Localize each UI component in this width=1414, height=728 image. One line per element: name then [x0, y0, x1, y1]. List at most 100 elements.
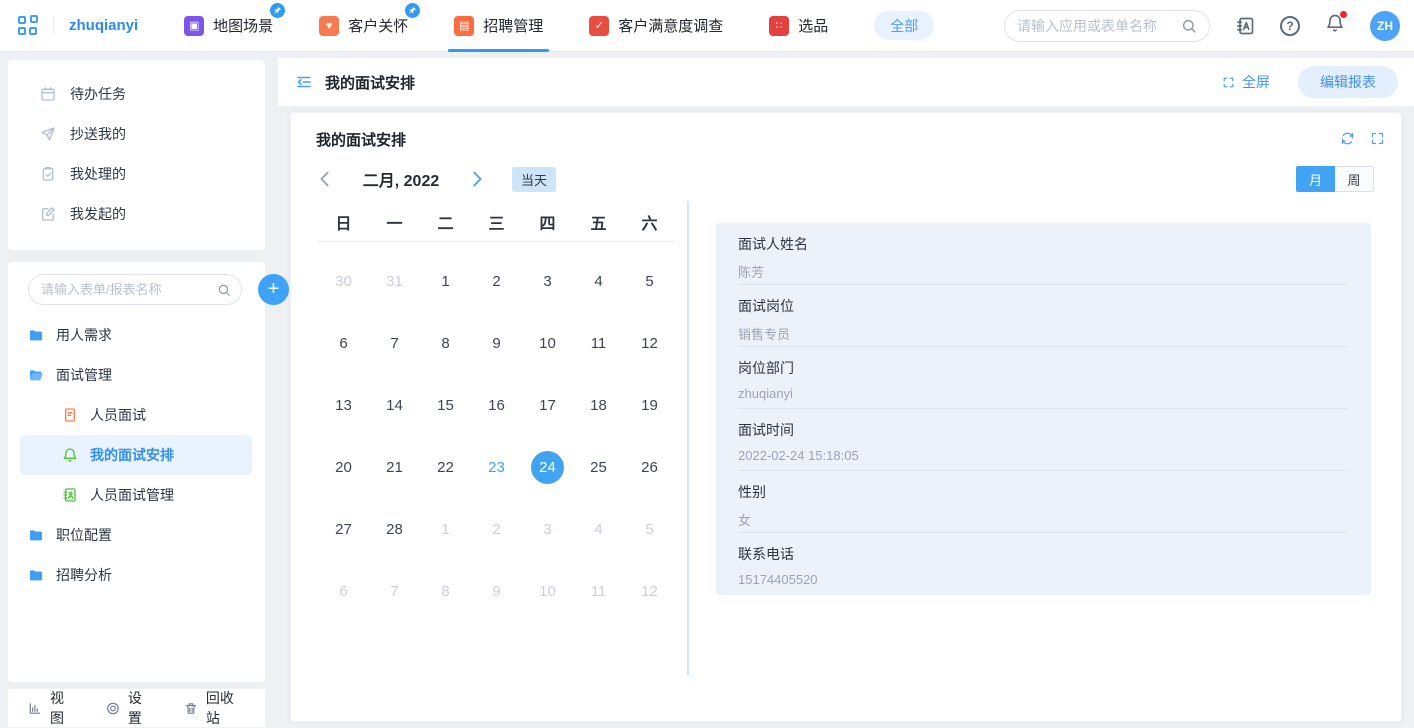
form-doc-icon	[62, 407, 78, 423]
initiated-edit-icon	[40, 206, 56, 222]
tree-item-职位配置[interactable]: 职位配置	[20, 515, 252, 555]
calendar-day-8[interactable]: 8	[420, 560, 471, 622]
calendar-day-6[interactable]: 6	[318, 560, 369, 622]
calendar-day-8[interactable]: 8	[420, 312, 471, 374]
calendar-day-27[interactable]: 27	[318, 498, 369, 560]
calendar-day-30[interactable]: 30	[318, 250, 369, 312]
calendar-day-28[interactable]: 28	[369, 498, 420, 560]
pin-badge-icon	[270, 3, 285, 18]
calendar-day-11[interactable]: 11	[573, 312, 624, 374]
calendar-day-7[interactable]: 7	[369, 560, 420, 622]
month-view-toggle[interactable]: 月	[1296, 166, 1335, 192]
detail-item: 岗位部门zhuqianyi	[716, 347, 1371, 409]
app-tab[interactable]: ♥客户关怀	[319, 0, 408, 52]
processed-clipboard-icon	[40, 166, 56, 182]
calendar-day-9[interactable]: 9	[471, 560, 522, 622]
calendar-day-3[interactable]: 3	[522, 250, 573, 312]
send-plane-icon	[40, 126, 56, 142]
calendar-day-15[interactable]: 15	[420, 374, 471, 436]
sidebar-item-抄送我的[interactable]: 抄送我的	[8, 114, 265, 154]
form-search-input[interactable]	[41, 282, 217, 297]
calendar-day-23[interactable]: 23	[471, 436, 522, 498]
notifications-bell-icon[interactable]	[1325, 13, 1345, 38]
calendar-day-11[interactable]: 11	[573, 560, 624, 622]
all-apps-button[interactable]: 全部	[874, 11, 934, 40]
edit-report-button[interactable]: 编辑报表	[1298, 66, 1398, 98]
calendar-day-14[interactable]: 14	[369, 374, 420, 436]
collapse-sidebar-icon[interactable]	[295, 73, 313, 91]
calendar-day-4[interactable]: 4	[573, 498, 624, 560]
refresh-icon[interactable]	[1340, 131, 1355, 146]
calendar-day-26[interactable]: 26	[624, 436, 675, 498]
fullscreen-button[interactable]: 全屏	[1222, 72, 1270, 92]
calendar-day-3[interactable]: 3	[522, 498, 573, 560]
footer-item-视图[interactable]: 视图	[28, 688, 76, 728]
contacts-icon[interactable]	[1235, 16, 1255, 36]
calendar-day-2[interactable]: 2	[471, 250, 522, 312]
app-tab[interactable]: ∷选品	[769, 0, 828, 52]
avatar[interactable]: ZH	[1370, 11, 1400, 41]
calendar-day-17[interactable]: 17	[522, 374, 573, 436]
calendar-day-13[interactable]: 13	[318, 374, 369, 436]
sidebar-item-我发起的[interactable]: 我发起的	[8, 194, 265, 234]
calendar-day-18[interactable]: 18	[573, 374, 624, 436]
weekday-label: 六	[624, 207, 675, 237]
calendar-day-12[interactable]: 12	[624, 312, 675, 374]
today-button[interactable]: 当天	[512, 167, 556, 192]
calendar-day-25[interactable]: 25	[573, 436, 624, 498]
calendar-day-1[interactable]: 1	[420, 498, 471, 560]
footer-item-回收站[interactable]: 回收站	[184, 688, 245, 728]
calendar-day-12[interactable]: 12	[624, 560, 675, 622]
sidebar-item-label: 我发起的	[70, 204, 126, 224]
footer-item-label: 设置	[128, 688, 154, 728]
footer-item-设置[interactable]: 设置	[106, 688, 154, 728]
tree-item-用人需求[interactable]: 用人需求	[20, 315, 252, 355]
detail-item: 面试岗位销售专员	[716, 285, 1371, 347]
apps-grid-icon[interactable]	[18, 16, 38, 36]
vertical-divider	[687, 201, 689, 675]
workspace-name[interactable]: zhuqianyi	[69, 17, 138, 34]
week-view-toggle[interactable]: 周	[1335, 166, 1374, 192]
calendar-day-19[interactable]: 19	[624, 374, 675, 436]
calendar: 日一二三四五六 30311234567891011121314151617181…	[318, 207, 675, 622]
calendar-day-31[interactable]: 31	[369, 250, 420, 312]
search-icon[interactable]	[1181, 18, 1197, 34]
calendar-day-5[interactable]: 5	[624, 250, 675, 312]
expand-icon[interactable]	[1370, 131, 1385, 146]
app-search-input[interactable]	[1017, 18, 1181, 34]
app-tab[interactable]: ▤招聘管理	[454, 0, 543, 52]
calendar-day-9[interactable]: 9	[471, 312, 522, 374]
chevron-right-icon[interactable]	[466, 168, 488, 190]
tree-item-面试管理[interactable]: 面试管理	[20, 355, 252, 395]
app-tab[interactable]: ✓客户满意度调查	[589, 0, 723, 52]
sidebar-item-我处理的[interactable]: 我处理的	[8, 154, 265, 194]
calendar-day-10[interactable]: 10	[522, 312, 573, 374]
calendar-day-24[interactable]: 24	[522, 436, 573, 498]
app-search	[1004, 10, 1210, 42]
chevron-left-icon[interactable]	[314, 168, 336, 190]
tree-item-我的面试安排[interactable]: 我的面试安排	[20, 435, 252, 475]
detail-label: 性别	[738, 482, 1349, 502]
search-icon[interactable]	[217, 283, 231, 297]
calendar-day-16[interactable]: 16	[471, 374, 522, 436]
calendar-day-6[interactable]: 6	[318, 312, 369, 374]
calendar-day-5[interactable]: 5	[624, 498, 675, 560]
weekday-label: 日	[318, 207, 369, 237]
help-icon[interactable]: ?	[1280, 16, 1300, 36]
detail-value: 销售专员	[738, 324, 1349, 343]
app-tab[interactable]: ▣地图场景	[184, 0, 273, 52]
calendar-day-2[interactable]: 2	[471, 498, 522, 560]
calendar-day-22[interactable]: 22	[420, 436, 471, 498]
calendar-day-1[interactable]: 1	[420, 250, 471, 312]
sidebar-item-待办任务[interactable]: 待办任务	[8, 74, 265, 114]
detail-value: 陈芳	[738, 262, 1349, 281]
calendar-day-7[interactable]: 7	[369, 312, 420, 374]
tree-item-招聘分析[interactable]: 招聘分析	[20, 555, 252, 595]
tree-item-人员面试管理[interactable]: 人员面试管理	[20, 475, 252, 515]
interview-widget: 我的面试安排 二月, 2022 当天 月 周 日一二三四五六 303112345…	[290, 112, 1402, 722]
calendar-day-4[interactable]: 4	[573, 250, 624, 312]
calendar-day-10[interactable]: 10	[522, 560, 573, 622]
calendar-day-21[interactable]: 21	[369, 436, 420, 498]
calendar-day-20[interactable]: 20	[318, 436, 369, 498]
tree-item-人员面试[interactable]: 人员面试	[20, 395, 252, 435]
